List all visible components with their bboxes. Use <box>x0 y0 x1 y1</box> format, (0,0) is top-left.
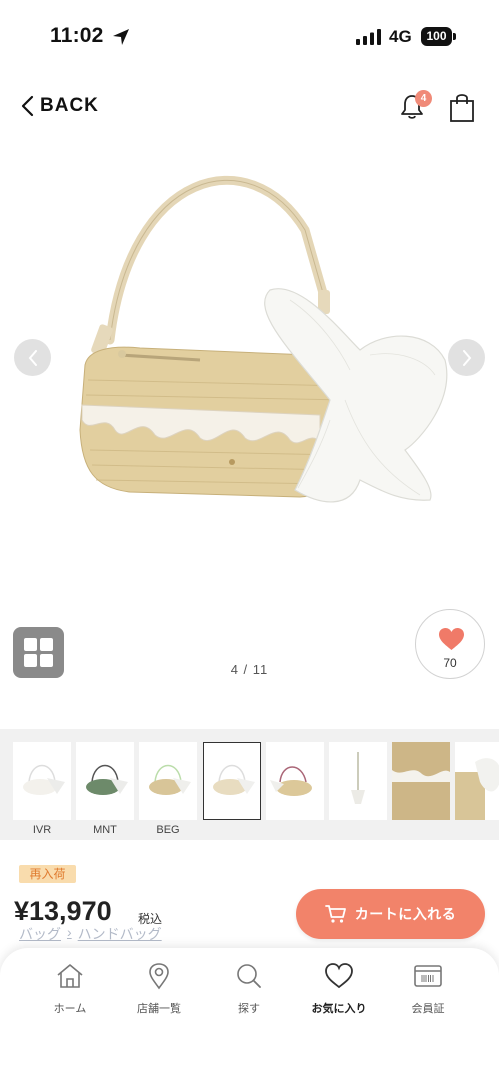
battery-level: 100 <box>421 27 452 46</box>
tax-label: 税込 <box>138 912 163 926</box>
thumbnail-6[interactable] <box>329 742 387 820</box>
add-to-cart-label: カートに入れる <box>354 906 457 922</box>
add-to-cart-button[interactable]: カートに入れる <box>296 889 485 939</box>
chevron-right-icon <box>462 349 471 366</box>
thumbnail-label: BEG <box>156 824 180 836</box>
nav-search[interactable]: 探す <box>204 962 294 1022</box>
signal-icon <box>356 29 381 45</box>
breadcrumb: バッグ › ハンドバッグ <box>19 924 162 944</box>
bottom-navigation: ホーム 店舗一覧 探す お気に入り 会員証 <box>0 948 499 1080</box>
thumbnail-label: IVR <box>32 824 52 836</box>
back-label: BACK <box>40 95 99 116</box>
search-icon <box>237 964 261 988</box>
previous-image-button[interactable] <box>14 339 51 376</box>
nav-home[interactable]: ホーム <box>25 962 115 1022</box>
nav-stores[interactable]: 店舗一覧 <box>114 962 204 1022</box>
status-time: 11:02 <box>50 24 104 47</box>
status-bar: 11:02 4G 100 <box>0 0 499 66</box>
favorite-count: 70 <box>443 656 457 670</box>
cart-icon <box>324 905 346 923</box>
heart-outline-icon <box>325 963 353 989</box>
notification-badge: 4 <box>415 90 432 107</box>
location-arrow-icon <box>113 29 129 45</box>
thumbnail-beg[interactable] <box>139 742 197 820</box>
heart-icon <box>439 628 464 650</box>
notification-button[interactable]: 4 <box>397 90 432 124</box>
grid-cell <box>24 638 37 651</box>
nav-label: 会員証 <box>411 1003 445 1015</box>
shopping-bag-icon[interactable] <box>448 91 476 123</box>
nav-favorites[interactable]: お気に入り <box>294 962 384 1022</box>
nav-member-card[interactable]: 会員証 <box>383 962 473 1022</box>
thumbnail-ivr[interactable] <box>13 742 71 820</box>
next-image-button[interactable] <box>448 339 485 376</box>
nav-label: お気に入り <box>311 1003 367 1015</box>
thumbnail-8[interactable] <box>455 742 499 820</box>
breadcrumb-bags[interactable]: バッグ <box>19 924 61 944</box>
back-button[interactable]: BACK <box>20 90 99 122</box>
restock-badge: 再入荷 <box>19 865 76 883</box>
battery-icon: 100 <box>421 27 456 46</box>
chevron-left-icon <box>28 349 37 366</box>
map-pin-icon <box>149 963 169 990</box>
network-label: 4G <box>389 27 412 46</box>
thumbnail-7[interactable] <box>392 742 450 820</box>
thumbnail-5[interactable] <box>266 742 324 820</box>
member-card-icon <box>414 965 442 987</box>
breadcrumb-handbags[interactable]: ハンドバッグ <box>78 924 162 944</box>
thumbnail-mnt[interactable] <box>76 742 134 820</box>
thumbnail-4-selected[interactable] <box>203 742 261 820</box>
breadcrumb-separator: › <box>67 924 72 940</box>
home-icon <box>57 964 83 988</box>
price: ¥13,970 <box>14 896 112 926</box>
nav-label: 店舗一覧 <box>137 1003 181 1015</box>
header: BACK 4 <box>0 80 499 132</box>
thumbnail-label: MNT <box>93 824 117 836</box>
thumbnail-strip: IVR MNT BEG <box>0 729 499 840</box>
nav-label: 探す <box>238 1003 260 1015</box>
chevron-left-icon <box>21 95 34 117</box>
grid-cell <box>40 638 53 651</box>
product-image[interactable] <box>0 150 499 610</box>
nav-label: ホーム <box>53 1003 87 1015</box>
favorite-button[interactable]: 70 <box>415 609 485 679</box>
